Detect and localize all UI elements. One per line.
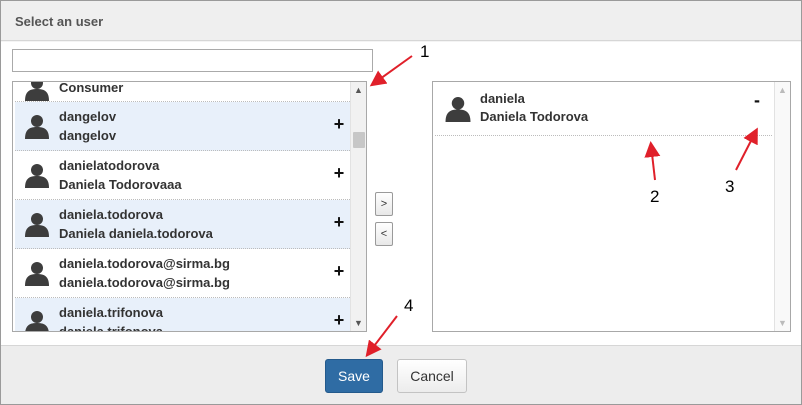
user-list-item[interactable]: daniela.trifonova daniela.trifonova +	[15, 298, 352, 332]
user-name: dangelov	[59, 109, 117, 124]
selected-user-item[interactable]: daniela Daniela Todorova -	[435, 82, 772, 136]
plus-icon[interactable]: +	[332, 310, 346, 330]
available-users-items: Consumer dangelov dangelov + danielatodo…	[15, 82, 352, 332]
user-name: danielatodorova	[59, 158, 160, 173]
user-silhouette-icon	[25, 164, 49, 188]
user-name: daniela.trifonova	[59, 305, 164, 320]
scroll-down-arrow-icon[interactable]: ▼	[351, 316, 366, 330]
scroll-down-arrow-icon[interactable]: ▼	[775, 316, 790, 330]
user-list-item[interactable]: daniela.todorova Daniela daniela.todorov…	[15, 200, 352, 249]
user-silhouette-icon	[445, 97, 471, 122]
dialog-title: Select an user	[15, 14, 104, 29]
plus-icon[interactable]: +	[332, 114, 346, 134]
minus-icon[interactable]: -	[754, 90, 760, 110]
scroll-thumb[interactable]	[353, 132, 365, 148]
user-display-name: daniela.trifonova	[59, 324, 164, 332]
search-input[interactable]	[12, 49, 373, 72]
scrollbar[interactable]: ▲ ▼	[774, 82, 790, 331]
user-display-name: Daniela daniela.todorova	[59, 226, 213, 241]
plus-icon[interactable]: +	[332, 163, 346, 183]
user-list-item[interactable]: Consumer	[15, 82, 352, 102]
scrollbar[interactable]: ▲ ▼	[350, 82, 366, 331]
select-user-dialog: Select an user Consumer dangelov dangelo…	[0, 0, 802, 405]
user-name: daniela	[480, 91, 525, 106]
scroll-up-arrow-icon[interactable]: ▲	[775, 83, 790, 97]
annotation-label-4: 4	[404, 296, 414, 315]
dialog-header: Select an user	[1, 1, 801, 41]
user-silhouette-icon	[25, 82, 49, 101]
plus-icon[interactable]: +	[332, 212, 346, 232]
user-name: daniela.todorova	[59, 207, 164, 222]
add-selected-button[interactable]: >	[375, 192, 393, 216]
user-silhouette-icon	[25, 262, 49, 286]
user-list-item[interactable]: danielatodorova Daniela Todorovaaa +	[15, 151, 352, 200]
user-name: daniela.todorova@sirma.bg	[59, 256, 230, 271]
user-list-item[interactable]: daniela.todorova@sirma.bg daniela.todoro…	[15, 249, 352, 298]
scroll-up-arrow-icon[interactable]: ▲	[351, 83, 366, 97]
user-display-name: Daniela Todorovaaa	[59, 177, 182, 192]
annotation-label-1: 1	[420, 42, 430, 61]
plus-icon[interactable]: +	[332, 261, 346, 281]
selected-users-list[interactable]: daniela Daniela Todorova - ▲ ▼	[432, 81, 791, 332]
user-silhouette-icon	[25, 115, 49, 139]
dialog-body: Consumer dangelov dangelov + danielatodo…	[1, 42, 801, 345]
save-button[interactable]: Save	[325, 359, 383, 393]
user-list-item[interactable]: dangelov dangelov +	[15, 102, 352, 151]
dialog-footer: Save Cancel	[1, 345, 801, 404]
user-display-name: daniela.todorova@sirma.bg	[59, 275, 230, 290]
user-display-name: dangelov	[59, 128, 117, 143]
user-silhouette-icon	[25, 213, 49, 237]
annotation-label-3: 3	[725, 177, 735, 196]
user-display-name: Daniela Todorova	[480, 109, 589, 124]
remove-selected-button[interactable]: <	[375, 222, 393, 246]
user-silhouette-icon	[25, 311, 49, 331]
available-users-list[interactable]: Consumer dangelov dangelov + danielatodo…	[12, 81, 367, 332]
user-name: Consumer	[59, 82, 124, 95]
cancel-button[interactable]: Cancel	[397, 359, 467, 393]
annotation-label-2: 2	[650, 187, 660, 206]
